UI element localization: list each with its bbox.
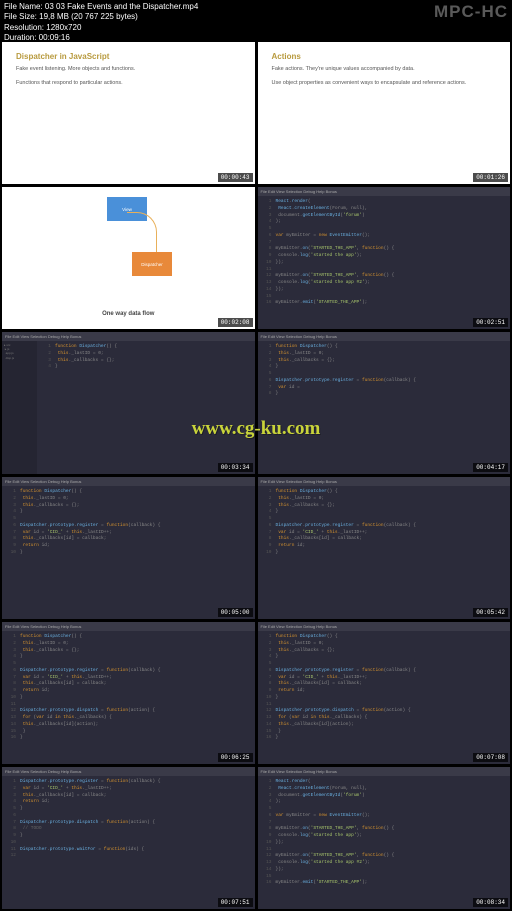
timestamp: 00:03:34 <box>218 463 253 472</box>
editor-menu[interactable]: File Edit View Selection Debug Help Bonu… <box>258 187 511 196</box>
file-info: File Name: 03 03 Fake Events and the Dis… <box>4 2 198 44</box>
editor-menu[interactable]: File Edit View Selection Debug Help Bonu… <box>2 767 255 776</box>
thumbnail[interactable]: Dispatcher in JavaScript Fake event list… <box>2 42 255 184</box>
timestamp: 00:02:08 <box>218 318 253 327</box>
slide-text: Use object properties as convenient ways… <box>272 79 497 87</box>
slide-title: Dispatcher in JavaScript <box>16 52 241 61</box>
code-area[interactable]: 1function Dispatcher() {2 this._lastID =… <box>258 341 511 474</box>
timestamp: 00:05:42 <box>473 608 508 617</box>
watermark: www.cg-ku.com <box>0 418 512 440</box>
editor-menu[interactable]: File Edit View Selection Debug Help Bonu… <box>2 477 255 486</box>
timestamp: 00:02:51 <box>473 318 508 327</box>
timestamp: 00:06:25 <box>218 753 253 762</box>
editor-menu[interactable]: File Edit View Selection Debug Help Bonu… <box>2 622 255 631</box>
filename: File Name: 03 03 Fake Events and the Dis… <box>4 2 198 12</box>
timestamp: 00:04:17 <box>473 463 508 472</box>
thumbnail-grid: Dispatcher in JavaScript Fake event list… <box>0 40 512 911</box>
flow-caption: One way data flow <box>2 311 255 317</box>
resolution: Resolution: 1280x720 <box>4 23 198 33</box>
code-area[interactable]: 1function Dispatcher() {2 this._lastID =… <box>2 631 255 764</box>
dispatcher-box: Dispatcher <box>132 252 172 276</box>
thumbnail[interactable]: File Edit View Selection Debug Help Bonu… <box>258 622 511 764</box>
thumbnail[interactable]: File Edit View Selection Debug Help Bonu… <box>2 767 255 909</box>
slide-title: Actions <box>272 52 497 61</box>
thumbnail[interactable]: Actions Fake actions. They're unique val… <box>258 42 511 184</box>
editor-menu[interactable]: File Edit View Selection Debug Help Bonu… <box>258 767 511 776</box>
code-area[interactable]: 1function Dispatcher() {2 this._lastID =… <box>258 486 511 619</box>
code-area[interactable]: 1function Dispatcher() {2 this._lastID =… <box>258 631 511 764</box>
timestamp: 00:07:08 <box>473 753 508 762</box>
thumbnail[interactable]: File Edit View Selection Debug Help Bonu… <box>258 332 511 474</box>
editor-menu[interactable]: File Edit View Selection Debug Help Bonu… <box>258 332 511 341</box>
editor-menu[interactable]: File Edit View Selection Debug Help Bonu… <box>258 477 511 486</box>
editor-menu[interactable]: File Edit View Selection Debug Help Bonu… <box>258 622 511 631</box>
slide-text: Fake actions. They're unique values acco… <box>272 65 497 73</box>
flow-arrow <box>127 212 157 257</box>
timestamp: 00:05:00 <box>218 608 253 617</box>
code-area[interactable]: 1function Dispatcher() {2 this._lastID =… <box>2 486 255 619</box>
thumbnail[interactable]: File Edit View Selection Debug Help Bonu… <box>2 332 255 474</box>
editor-menu[interactable]: File Edit View Selection Debug Help Bonu… <box>2 332 255 341</box>
thumbnail[interactable]: File Edit View Selection Debug Help Bonu… <box>258 767 511 909</box>
code-area[interactable]: 1React.render(2 React.createElement(Foru… <box>258 776 511 909</box>
app-logo: MPC-HC <box>434 2 508 22</box>
thumbnail[interactable]: View Dispatcher One way data flow00:02:0… <box>2 187 255 329</box>
timestamp: 00:07:51 <box>218 898 253 907</box>
timestamp: 00:08:34 <box>473 898 508 907</box>
file-tree[interactable]: ▸ src ▸ js app.js disp.js <box>2 341 37 474</box>
thumbnail[interactable]: File Edit View Selection Debug Help Bonu… <box>2 622 255 764</box>
slide-text: Functions that respond to particular act… <box>16 79 241 87</box>
code-area[interactable]: 1function Dispatcher() {2 this._lastID =… <box>37 341 255 474</box>
header: File Name: 03 03 Fake Events and the Dis… <box>0 0 512 40</box>
filesize: File Size: 19,8 MB (20 767 225 bytes) <box>4 12 198 22</box>
thumbnail[interactable]: File Edit View Selection Debug Help Bonu… <box>258 187 511 329</box>
thumbnail[interactable]: File Edit View Selection Debug Help Bonu… <box>258 477 511 619</box>
code-area[interactable]: 1Dispatcher.prototype.register = functio… <box>2 776 255 909</box>
slide-text: Fake event listening. More objects and f… <box>16 65 241 73</box>
timestamp: 00:01:26 <box>473 173 508 182</box>
thumbnail[interactable]: File Edit View Selection Debug Help Bonu… <box>2 477 255 619</box>
code-area[interactable]: 1React.render(2 React.createElement(Foru… <box>258 196 511 329</box>
timestamp: 00:00:43 <box>218 173 253 182</box>
